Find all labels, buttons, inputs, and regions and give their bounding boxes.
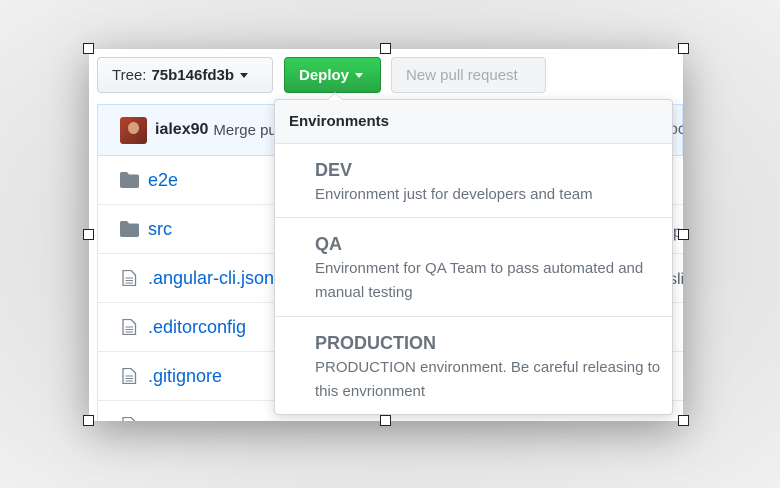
resize-handle-top-center[interactable] [380,43,391,54]
environment-name: DEV [315,160,353,180]
environments-dropdown: Environments DEV Environment just for de… [274,92,673,415]
resize-handle-middle-left[interactable] [83,229,94,240]
resize-handle-middle-right[interactable] [678,229,689,240]
file-name[interactable]: .editorconfig [148,317,246,338]
tree-label: Tree: [112,66,147,84]
folder-icon [120,172,139,188]
file-name[interactable]: .angular-cli.json [148,268,274,289]
folder-icon [120,221,139,237]
branch-tree-button[interactable]: Tree: 75b146fd3b [97,57,273,93]
deploy-label: Deploy [299,66,350,84]
environment-item-qa[interactable]: QA Environment for QA Team to pass autom… [275,218,672,317]
deploy-button[interactable]: Deploy [284,57,381,93]
environment-description: PRODUCTION environment. Be careful relea… [315,359,661,400]
new-pull-request-label: New pull request [406,66,518,84]
resize-handle-top-left[interactable] [83,43,94,54]
file-icon [122,270,137,286]
environment-item-production[interactable]: PRODUCTION PRODUCTION environment. Be ca… [275,317,672,414]
caret-down-icon [355,72,364,78]
dropdown-header: Environments [275,100,672,144]
resize-handle-top-right[interactable] [678,43,689,54]
caret-down-icon [240,72,248,78]
file-name[interactable]: e2e [148,170,178,191]
file-icon [122,368,137,384]
avatar[interactable] [120,116,147,144]
screenshot-canvas: Tree: 75b146fd3b Deploy New pull request… [89,49,683,421]
environment-description: Environment for QA Team to pass automate… [315,260,644,301]
file-name[interactable]: .gitignore [148,366,222,387]
environment-name: QA [315,234,342,254]
file-icon [122,417,136,421]
environment-description: Environment just for developers and team [315,186,593,203]
resize-handle-bottom-center[interactable] [380,415,391,426]
resize-handle-bottom-right[interactable] [678,415,689,426]
commit-author[interactable]: ialex90 [155,121,208,139]
file-name[interactable]: src [148,219,172,240]
commit-message[interactable]: Merge pu [213,122,276,139]
environment-name: PRODUCTION [315,333,436,353]
file-icon [122,319,137,335]
tree-commit-hash: 75b146fd3b [151,66,234,84]
environment-item-dev[interactable]: DEV Environment just for developers and … [275,144,672,218]
resize-handle-bottom-left[interactable] [83,415,94,426]
new-pull-request-button[interactable]: New pull request [391,57,546,93]
